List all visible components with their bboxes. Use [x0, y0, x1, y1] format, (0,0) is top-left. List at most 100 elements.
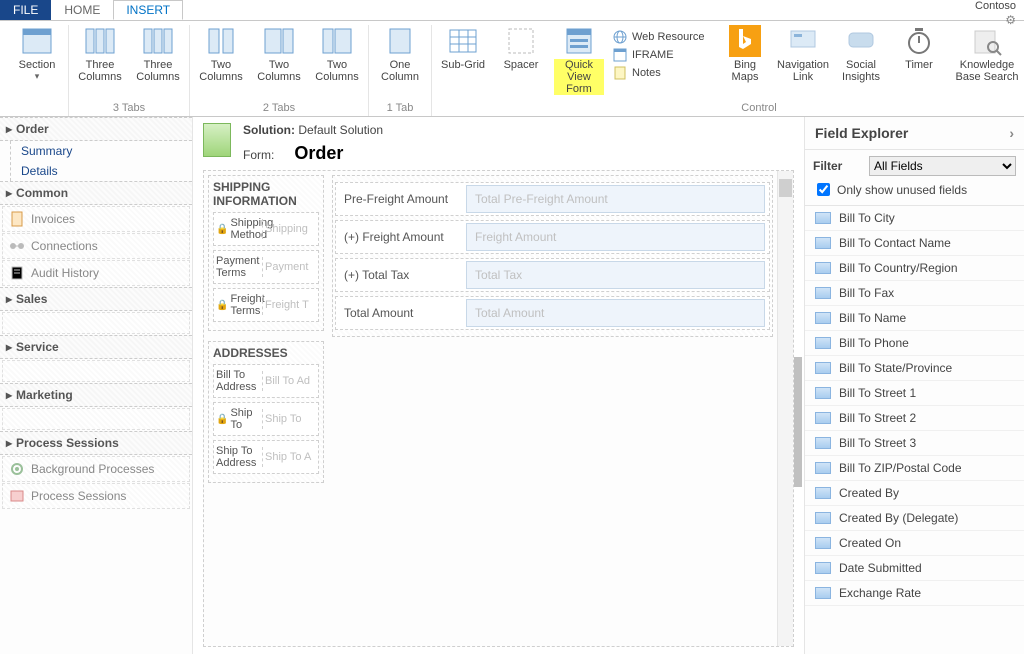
field-placeholder[interactable]: Ship To	[262, 409, 318, 429]
org-settings-icon[interactable]: ⚙	[1005, 13, 1016, 27]
ribbon-section[interactable]: Section ▾	[12, 25, 62, 82]
field-explorer-item-label: Bill To ZIP/Postal Code	[839, 461, 962, 475]
nav-marketing-placeholder[interactable]	[2, 408, 190, 430]
nav-audit[interactable]: Audit History	[2, 260, 190, 286]
nav-head-common[interactable]: ▸ Common	[0, 181, 192, 205]
nav-summary[interactable]: Summary	[11, 141, 192, 161]
field-placeholder[interactable]: Ship To A	[262, 447, 318, 467]
ribbon-web-resource[interactable]: Web Resource	[612, 29, 712, 45]
field-explorer-item-label: Exchange Rate	[839, 586, 921, 600]
section-addresses[interactable]: ADDRESSES Bill To AddressBill To Ad🔒Ship…	[208, 341, 324, 483]
nav-head-marketing[interactable]: ▸ Marketing	[0, 383, 192, 407]
field-explorer-item[interactable]: Bill To State/Province	[805, 356, 1024, 381]
ribbon-timer[interactable]: Timer	[894, 25, 944, 95]
nav-bg-processes[interactable]: Background Processes	[2, 456, 190, 482]
section-totals[interactable]: Pre-Freight AmountTotal Pre-Freight Amou…	[332, 175, 773, 337]
totals-placeholder[interactable]: Total Amount	[466, 299, 765, 327]
filter-select[interactable]: All Fields	[869, 156, 1016, 176]
field-icon	[815, 487, 831, 499]
canvas-scrollbar[interactable]	[777, 171, 793, 646]
nav-connections[interactable]: Connections	[2, 233, 190, 259]
left-nav: ▸ Order Summary Details ▸ Common Invoice…	[0, 117, 193, 654]
field-placeholder[interactable]: Shipping	[262, 219, 318, 239]
field-explorer-item[interactable]: Bill To City	[805, 206, 1024, 231]
field-explorer-item-label: Bill To Street 1	[839, 386, 916, 400]
ribbon-nav-link[interactable]: Navigation Link	[778, 25, 828, 95]
field-placeholder[interactable]: Payment	[262, 257, 318, 277]
ribbon-two-cols-b[interactable]: Two Columns	[254, 25, 304, 83]
field-explorer-item[interactable]: Bill To ZIP/Postal Code	[805, 456, 1024, 481]
totals-row[interactable]: Pre-Freight AmountTotal Pre-Freight Amou…	[335, 182, 770, 216]
ribbon-two-cols-a[interactable]: Two Columns	[196, 25, 246, 83]
field-explorer-item[interactable]: Bill To Contact Name	[805, 231, 1024, 256]
ribbon-iframe[interactable]: IFRAME	[612, 47, 712, 63]
field-explorer-item-label: Bill To City	[839, 211, 895, 225]
field-explorer-item[interactable]: Date Submitted	[805, 556, 1024, 581]
field-row[interactable]: 🔒Shipping MethodShipping	[213, 212, 319, 246]
totals-row[interactable]: (+) Total TaxTotal Tax	[335, 258, 770, 292]
ribbon-quick-view-form[interactable]: Quick View Form	[554, 25, 604, 95]
totals-placeholder[interactable]: Freight Amount	[466, 223, 765, 251]
tab-file[interactable]: FILE	[0, 0, 51, 20]
field-icon	[815, 287, 831, 299]
only-unused-check-input[interactable]	[817, 183, 830, 196]
field-explorer-item-label: Created On	[839, 536, 901, 550]
totals-row[interactable]: Total AmountTotal Amount	[335, 296, 770, 330]
ribbon-three-cols-b[interactable]: Three Columns	[133, 25, 183, 83]
totals-row[interactable]: (+) Freight AmountFreight Amount	[335, 220, 770, 254]
only-unused-checkbox[interactable]: Only show unused fields	[813, 180, 1016, 199]
field-placeholder[interactable]: Freight T	[262, 295, 318, 315]
field-explorer-item[interactable]: Bill To Street 2	[805, 406, 1024, 431]
field-label: Ship To Address	[214, 441, 262, 473]
two-columns-icon	[321, 25, 353, 57]
section-shipping-info[interactable]: SHIPPING INFORMATION 🔒Shipping MethodShi…	[208, 175, 324, 331]
ribbon-kb-search[interactable]: Knowledge Base Search	[952, 25, 1022, 95]
field-row[interactable]: 🔒Freight TermsFreight T	[213, 288, 319, 322]
ribbon-three-cols-a[interactable]: Three Columns	[75, 25, 125, 83]
field-explorer-item[interactable]: Bill To Fax	[805, 281, 1024, 306]
totals-placeholder[interactable]: Total Pre-Freight Amount	[466, 185, 765, 213]
ribbon-social-insights[interactable]: Social Insights	[836, 25, 886, 95]
totals-placeholder[interactable]: Total Tax	[466, 261, 765, 289]
ribbon-one-col[interactable]: One Column	[375, 25, 425, 83]
chevron-right-icon[interactable]: ›	[1009, 125, 1014, 141]
field-icon	[815, 587, 831, 599]
field-explorer-item[interactable]: Bill To Country/Region	[805, 256, 1024, 281]
field-explorer-item[interactable]: Exchange Rate	[805, 581, 1024, 606]
field-explorer-item[interactable]: Bill To Phone	[805, 331, 1024, 356]
ribbon-notes[interactable]: Notes	[612, 65, 712, 81]
field-explorer-item[interactable]: Created By (Delegate)	[805, 506, 1024, 531]
nav-details[interactable]: Details	[11, 161, 192, 181]
nav-head-service[interactable]: ▸ Service	[0, 335, 192, 359]
two-columns-icon	[263, 25, 295, 57]
field-explorer-item[interactable]: Created By	[805, 481, 1024, 506]
nav-head-ps[interactable]: ▸ Process Sessions	[0, 431, 192, 455]
field-explorer-item[interactable]: Created On	[805, 531, 1024, 556]
field-row[interactable]: Ship To AddressShip To A	[213, 440, 319, 474]
nav-invoices[interactable]: Invoices	[2, 206, 190, 232]
nav-head-order[interactable]: ▸ Order	[0, 117, 192, 141]
field-row[interactable]: Bill To AddressBill To Ad	[213, 364, 319, 398]
ribbon-two-cols-c[interactable]: Two Columns	[312, 25, 362, 83]
field-icon	[815, 537, 831, 549]
ribbon-subgrid[interactable]: Sub-Grid	[438, 25, 488, 95]
field-row[interactable]: Payment TermsPayment	[213, 250, 319, 284]
center-outer-scrollbar[interactable]	[794, 117, 802, 654]
ribbon-spacer[interactable]: Spacer	[496, 25, 546, 95]
ribbon-bing-maps[interactable]: Bing Maps	[720, 25, 770, 95]
nav-sales-placeholder[interactable]	[2, 312, 190, 334]
field-explorer-item[interactable]: Bill To Street 1	[805, 381, 1024, 406]
tab-home[interactable]: HOME	[51, 0, 113, 20]
field-explorer-item[interactable]: Bill To Name	[805, 306, 1024, 331]
field-row[interactable]: 🔒Ship ToShip To	[213, 402, 319, 436]
field-explorer-item[interactable]: Bill To Street 3	[805, 431, 1024, 456]
field-icon	[815, 512, 831, 524]
nav-service-placeholder[interactable]	[2, 360, 190, 382]
nav-head-sales[interactable]: ▸ Sales	[0, 287, 192, 311]
field-label: Bill To Address	[214, 365, 262, 397]
subgrid-icon	[447, 25, 479, 57]
field-placeholder[interactable]: Bill To Ad	[262, 371, 318, 391]
field-icon	[815, 312, 831, 324]
nav-process-sessions[interactable]: Process Sessions	[2, 483, 190, 509]
tab-insert[interactable]: INSERT	[113, 0, 183, 20]
